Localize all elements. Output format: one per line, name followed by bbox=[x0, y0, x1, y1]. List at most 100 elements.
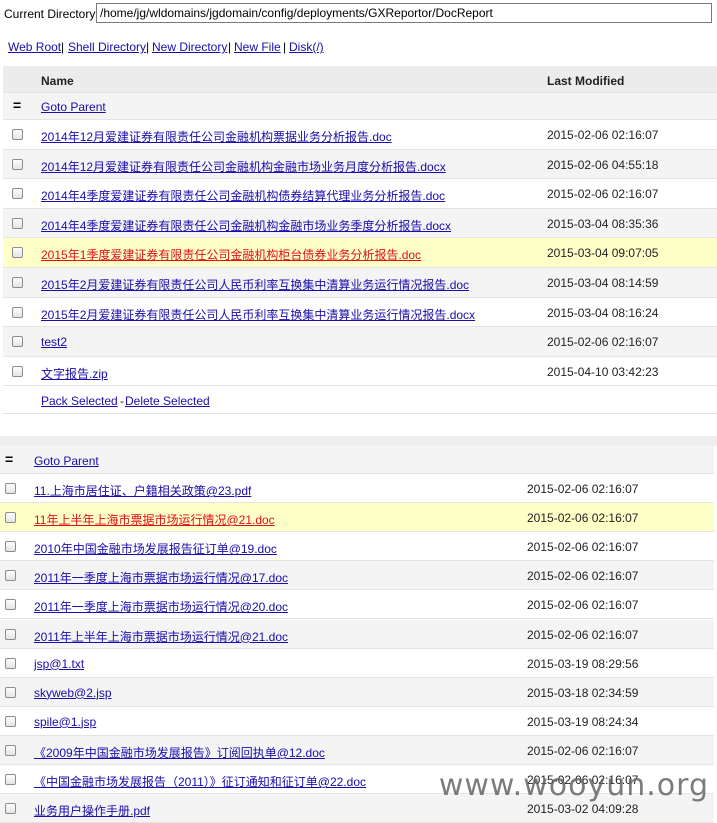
nav-links: Web Root | Shell Directory | New Directo… bbox=[0, 34, 717, 60]
watermark: www.wooyun.org bbox=[438, 768, 709, 803]
path-bar: Current Directory bbox=[0, 0, 717, 30]
last-modified-cell: 2015-03-04 08:14:59 bbox=[547, 276, 659, 290]
row-checkbox[interactable] bbox=[12, 365, 23, 377]
table-row: 2011年上半年上海市票据市场运行情况@21.doc 2015-02-06 02:… bbox=[0, 619, 714, 649]
new-directory-link[interactable]: New Directory bbox=[152, 40, 227, 54]
file-link[interactable]: 2011年一季度上海市票据市场运行情况@20.doc bbox=[34, 598, 288, 615]
file-link[interactable]: 《2009年中国金融市场发展报告》订阅回执单@12.doc bbox=[34, 744, 325, 761]
table-row: 2014年4季度爱建证券有限责任公司金融机构债券结算代理业务分析报告.doc 20… bbox=[3, 179, 717, 209]
row-checkbox[interactable] bbox=[5, 803, 16, 815]
last-modified-cell: 2015-02-06 02:16:07 bbox=[527, 743, 639, 758]
table-row: test2 2015-02-06 02:16:07 bbox=[3, 327, 717, 357]
actions-separator: - bbox=[120, 394, 124, 408]
section-divider bbox=[0, 436, 717, 446]
file-link[interactable]: 2011年上半年上海市票据市场运行情况@21.doc bbox=[34, 628, 288, 645]
row-checkbox[interactable] bbox=[5, 686, 16, 698]
last-modified-cell: 2015-03-04 09:07:05 bbox=[547, 246, 659, 261]
file-link[interactable]: test2 bbox=[41, 335, 67, 349]
file-link[interactable]: 2014年12月爱建证券有限责任公司金融机构金融市场业务月度分析报告.docx bbox=[41, 158, 446, 175]
table-row: skyweb@2.jsp 2015-03-18 02:34:59 bbox=[0, 677, 714, 707]
nav-separator: | bbox=[146, 40, 150, 54]
table-row: 11.上海市居住证、户籍相关政策@23.pdf 2015-02-06 02:16:… bbox=[0, 474, 714, 504]
table-row: 2010年中国金融市场发展报告征订单@19.doc 2015-02-06 02:1… bbox=[0, 532, 714, 562]
file-link[interactable]: 2014年12月爱建证券有限责任公司金融机构票据业务分析报告.doc bbox=[41, 128, 392, 145]
last-modified-cell: 2015-03-19 08:24:34 bbox=[527, 714, 639, 729]
table-row: 文字报告.zip 2015-04-10 03:42:23 bbox=[3, 356, 717, 387]
row-checkbox[interactable] bbox=[5, 774, 16, 785]
table-row: 2011年一季度上海市票据市场运行情况@20.doc 2015-02-06 02:… bbox=[0, 590, 714, 620]
row-checkbox[interactable] bbox=[5, 512, 16, 524]
row-checkbox[interactable] bbox=[5, 628, 16, 640]
nav-separator: | bbox=[283, 40, 287, 54]
last-modified-cell: 2015-02-06 02:16:07 bbox=[527, 627, 639, 642]
file-link[interactable]: 业务用户操作手册.pdf bbox=[34, 802, 150, 819]
file-link[interactable]: spile@1.jsp bbox=[34, 715, 96, 729]
row-checkbox[interactable] bbox=[12, 158, 23, 170]
parent-dir-icon: = bbox=[13, 97, 22, 113]
last-modified-cell: 2015-03-19 08:29:56 bbox=[527, 656, 639, 671]
file-link[interactable]: 《中国金融市场发展报告（2011）》征订通知和征订单@22.doc bbox=[34, 773, 366, 790]
current-directory-label: Current Directory bbox=[4, 7, 96, 21]
row-checkbox[interactable] bbox=[12, 277, 23, 288]
file-link[interactable]: 2015年1季度爱建证券有限责任公司金融机构柜台债券业务分析报告.doc bbox=[41, 246, 421, 263]
file-link[interactable]: 2015年2月爱建证券有限责任公司人民币利率互换集中清算业务运行情况报告.doc bbox=[41, 276, 469, 293]
web-root-link[interactable]: Web Root bbox=[8, 40, 61, 54]
pack-selected-link[interactable]: Pack Selected bbox=[41, 394, 118, 408]
row-checkbox[interactable] bbox=[5, 599, 16, 611]
row-checkbox[interactable] bbox=[5, 715, 16, 727]
row-checkbox[interactable] bbox=[5, 570, 16, 582]
file-link[interactable]: 11年上半年上海市票据市场运行情况@21.doc bbox=[34, 511, 275, 528]
row-checkbox[interactable] bbox=[5, 657, 16, 669]
last-modified-cell: 2015-04-10 03:42:23 bbox=[547, 364, 659, 379]
nav-separator: | bbox=[61, 40, 65, 54]
file-link[interactable]: 2014年4季度爱建证券有限责任公司金融机构债券结算代理业务分析报告.doc bbox=[41, 187, 445, 204]
row-checkbox[interactable] bbox=[12, 247, 23, 259]
table-row: 2014年12月爱建证券有限责任公司金融机构票据业务分析报告.doc 2015-0… bbox=[3, 120, 717, 150]
table-header: Name Last Modified bbox=[3, 66, 717, 93]
table-row: jsp@1.txt 2015-03-19 08:29:56 bbox=[0, 648, 714, 678]
goto-parent-row: = Goto Parent bbox=[3, 93, 717, 120]
delete-selected-link[interactable]: Delete Selected bbox=[125, 394, 210, 408]
table-row: spile@1.jsp 2015-03-19 08:24:34 bbox=[0, 706, 714, 736]
file-link[interactable]: jsp@1.txt bbox=[34, 657, 84, 671]
row-checkbox[interactable] bbox=[5, 744, 16, 756]
last-modified-cell: 2015-02-06 02:16:07 bbox=[527, 540, 639, 555]
row-checkbox[interactable] bbox=[12, 129, 23, 140]
disk-link[interactable]: Disk(/) bbox=[289, 40, 324, 54]
row-checkbox[interactable] bbox=[12, 306, 23, 318]
shell-directory-link[interactable]: Shell Directory bbox=[68, 40, 146, 54]
row-checkbox[interactable] bbox=[12, 336, 23, 348]
row-checkbox[interactable] bbox=[5, 541, 16, 553]
table-row: 《2009年中国金融市场发展报告》订阅回执单@12.doc 2015-02-06 … bbox=[0, 735, 714, 765]
last-modified-cell: 2015-02-06 02:16:07 bbox=[527, 598, 639, 613]
table-row: 2014年4季度爱建证券有限责任公司金融机构金融市场业务季度分析报告.docx 2… bbox=[3, 208, 717, 239]
file-link[interactable]: 11.上海市居住证、户籍相关政策@23.pdf bbox=[34, 482, 251, 499]
last-modified-cell: 2015-02-06 04:55:18 bbox=[547, 157, 659, 172]
last-modified-column-header: Last Modified bbox=[547, 74, 625, 88]
file-link[interactable]: 2010年中国金融市场发展报告征订单@19.doc bbox=[34, 540, 277, 557]
new-file-link[interactable]: New File bbox=[234, 40, 281, 54]
file-link[interactable]: 2011年一季度上海市票据市场运行情况@17.doc bbox=[34, 569, 288, 586]
row-checkbox[interactable] bbox=[5, 483, 16, 494]
actions-row: Pack Selected - Delete Selected bbox=[3, 386, 717, 414]
last-modified-cell: 2015-03-18 02:34:59 bbox=[527, 685, 639, 700]
row-checkbox[interactable] bbox=[12, 188, 23, 200]
parent-dir-icon: = bbox=[5, 451, 14, 467]
file-link[interactable]: 2015年2月爱建证券有限责任公司人民币利率互换集中清算业务运行情况报告.doc… bbox=[41, 306, 475, 323]
current-directory-input[interactable] bbox=[96, 3, 712, 23]
table-row: 2015年1季度爱建证券有限责任公司金融机构柜台债券业务分析报告.doc 2015… bbox=[3, 238, 717, 268]
table-row: 2011年一季度上海市票据市场运行情况@17.doc 2015-02-06 02:… bbox=[0, 561, 714, 591]
goto-parent-row: = Goto Parent bbox=[0, 446, 714, 474]
table-row: 11年上半年上海市票据市场运行情况@21.doc 2015-02-06 02:16… bbox=[0, 503, 714, 533]
file-link[interactable]: 2014年4季度爱建证券有限责任公司金融机构金融市场业务季度分析报告.docx bbox=[41, 217, 451, 234]
last-modified-cell: 2015-02-06 02:16:07 bbox=[547, 128, 659, 142]
name-column-header: Name bbox=[41, 74, 74, 88]
table-row: 2014年12月爱建证券有限责任公司金融机构金融市场业务月度分析报告.docx 2… bbox=[3, 149, 717, 180]
file-link[interactable]: skyweb@2.jsp bbox=[34, 686, 112, 700]
goto-parent-link[interactable]: Goto Parent bbox=[34, 454, 99, 468]
last-modified-cell: 2015-02-06 02:16:07 bbox=[527, 569, 639, 584]
table-row: 2015年2月爱建证券有限责任公司人民币利率互换集中清算业务运行情况报告.doc… bbox=[3, 268, 717, 298]
row-checkbox[interactable] bbox=[12, 217, 23, 229]
goto-parent-link[interactable]: Goto Parent bbox=[41, 100, 106, 114]
file-link[interactable]: 文字报告.zip bbox=[41, 365, 108, 382]
